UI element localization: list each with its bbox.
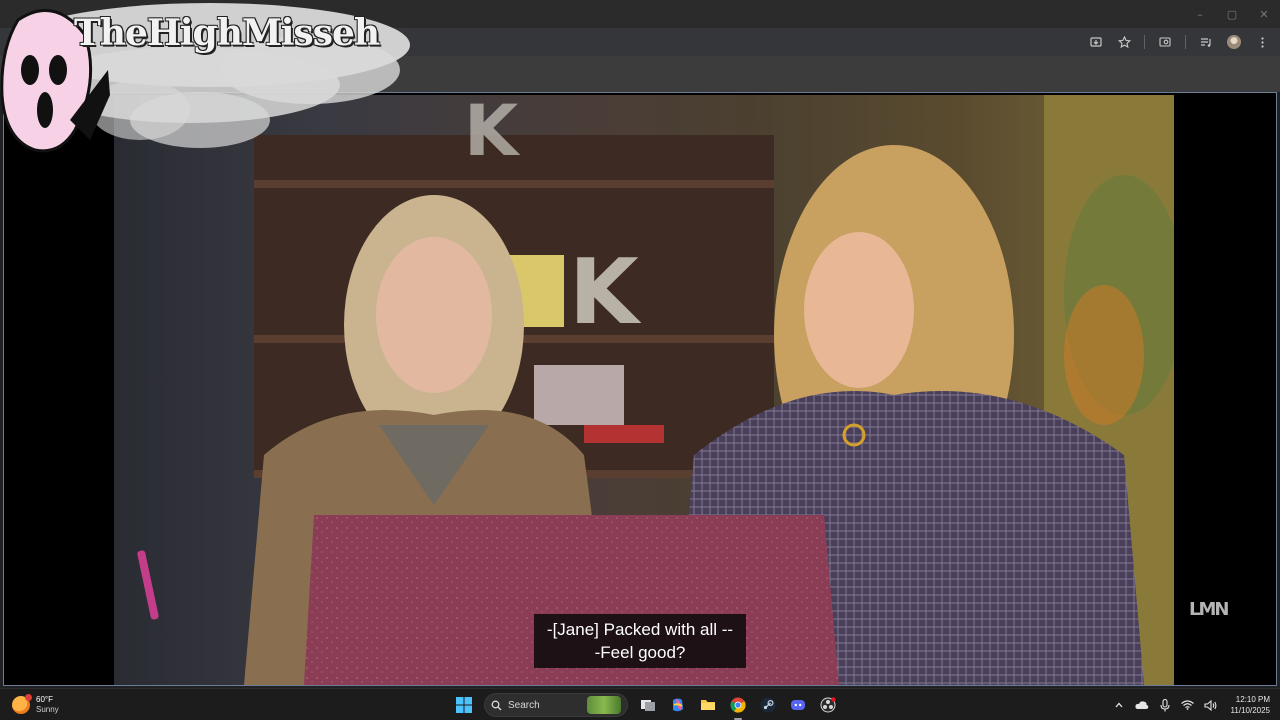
video-frame-image: K K [114,95,1174,685]
search-label: Search [508,699,540,711]
taskbar-search[interactable]: Search [484,693,628,717]
weather-temperature: 60°F [36,695,53,704]
desktop-screen: – ▢ ✕ K K -[Jane] Packed with all -- -Fe… [0,0,1280,720]
obs-icon[interactable] [816,693,840,717]
search-icon [491,700,502,710]
windows-start-icon[interactable] [452,693,476,717]
maximize-button[interactable]: ▢ [1216,0,1248,28]
partly-sunny-icon [12,694,32,714]
window-controls: – ▢ ✕ [1184,0,1280,28]
chevron-up-icon[interactable] [1112,698,1126,712]
search-highlight-art [587,696,621,714]
avatar [1227,35,1241,49]
stream-overlay: TheHighMisseh [0,0,420,160]
video-player[interactable]: K K [3,92,1277,686]
copilot-icon[interactable] [666,693,690,717]
profile-avatar[interactable] [1224,32,1244,52]
minimize-button[interactable]: – [1184,0,1216,28]
chrome-icon[interactable] [726,693,750,720]
task-view-icon[interactable] [636,693,660,717]
weather-text: 60°F Sunny [36,695,59,715]
video-subtitle: -[Jane] Packed with all -- -Feel good? [534,614,746,668]
taskbar-apps: Search [452,693,840,720]
bookmark-star-icon[interactable] [1114,32,1134,52]
lens-icon[interactable] [1155,32,1175,52]
system-tray: 12:10 PM 11/10/2025 [1112,693,1270,717]
video-scene-illustration: K K [137,95,1174,685]
weather-widget[interactable]: 60°F Sunny [12,693,59,717]
close-button[interactable]: ✕ [1248,0,1280,28]
onedrive-cloud-icon[interactable] [1134,698,1149,712]
svg-text:K: K [569,240,642,345]
steam-icon[interactable] [756,693,780,717]
subtitle-line-1: -[Jane] Packed with all -- [546,620,734,639]
channel-name: TheHighMisseh [74,12,380,54]
file-explorer-icon[interactable] [696,693,720,717]
toolbar-icons [1086,32,1272,52]
clock-time: 12:10 PM [1235,695,1270,704]
more-menu-icon[interactable] [1252,32,1272,52]
taskbar-clock[interactable]: 12:10 PM 11/10/2025 [1231,694,1270,716]
volume-icon[interactable] [1204,698,1218,712]
discord-icon[interactable] [786,693,810,717]
install-app-icon[interactable] [1086,32,1106,52]
media-controls-icon[interactable] [1196,32,1216,52]
microphone-icon[interactable] [1158,698,1172,712]
subtitle-line-2: -Feel good? [594,643,686,662]
toolbar-divider [1185,35,1186,49]
network-logo: LMN [1189,599,1229,620]
weather-condition: Sunny [36,705,59,714]
wifi-icon[interactable] [1181,698,1195,712]
clock-date: 11/10/2025 [1230,706,1270,715]
toolbar-divider [1144,35,1145,49]
windows-taskbar: 60°F Sunny Search 12:10 PM 11/10/2025 [0,688,1280,720]
svg-text:K: K [464,95,521,172]
